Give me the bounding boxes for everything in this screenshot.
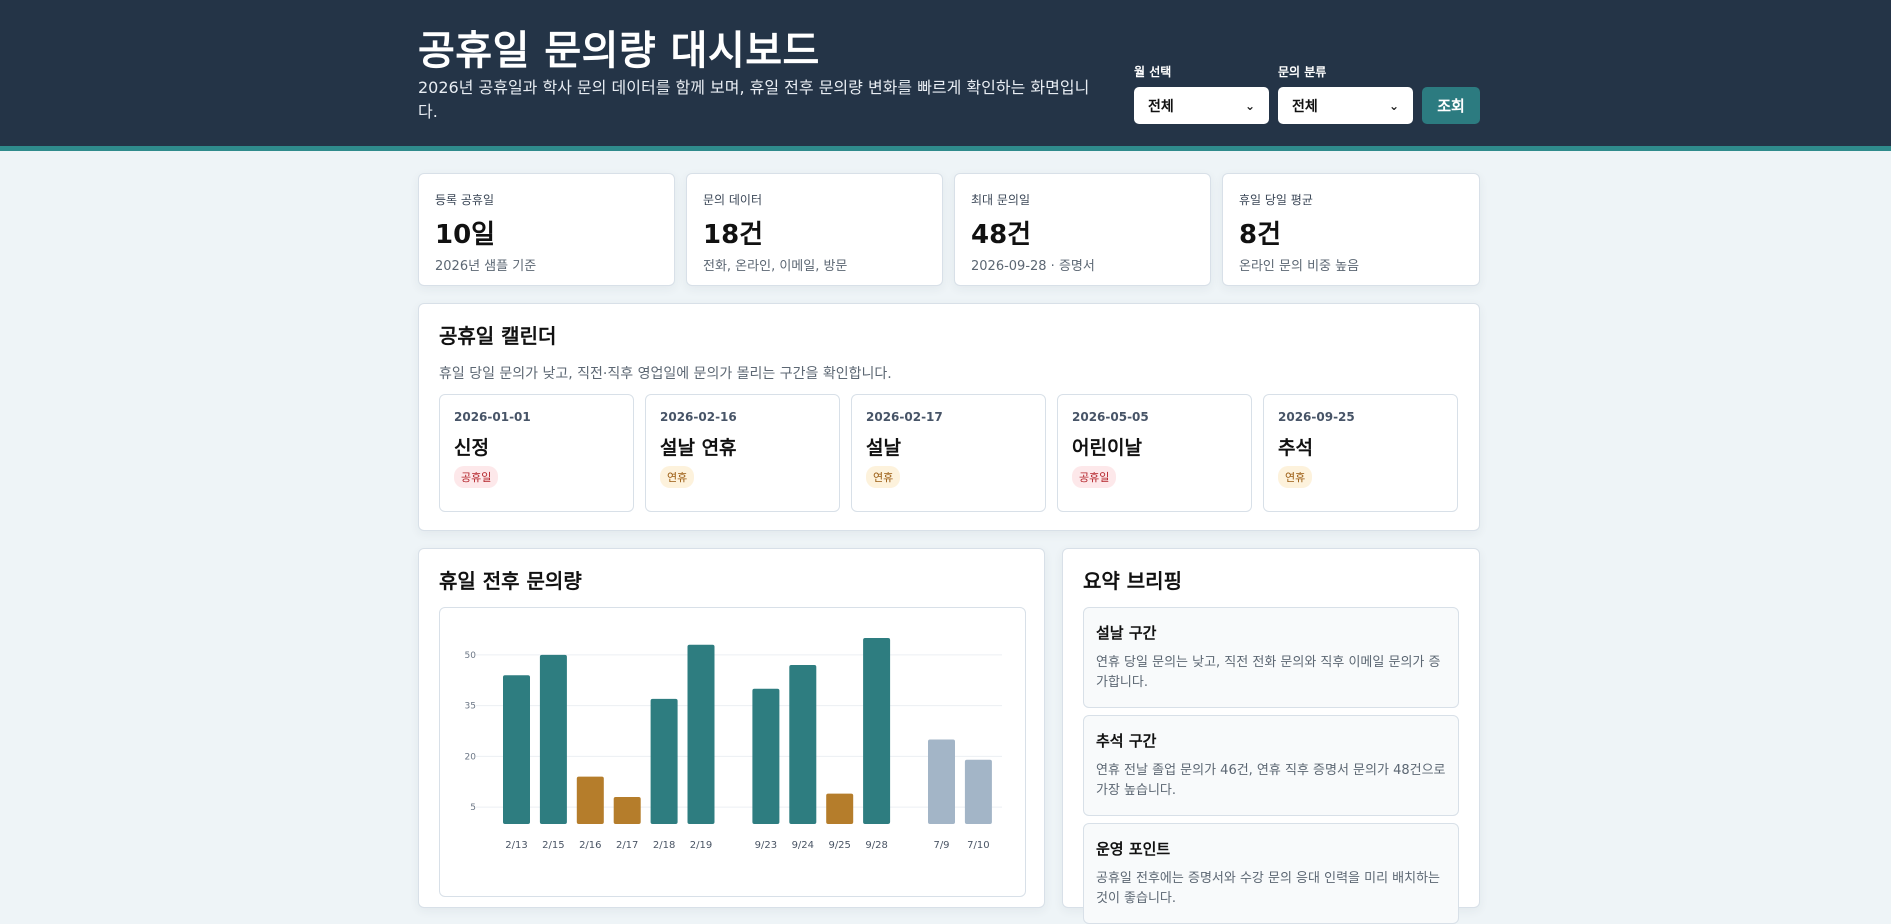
stat-label: 문의 데이터	[703, 193, 763, 207]
category-select[interactable]: 전체 ⌄	[1278, 87, 1413, 124]
category-select-value: 전체	[1292, 98, 1318, 115]
calendar-day-date: 2026-05-05	[1072, 410, 1149, 424]
stat-card-holidays: 등록 공휴일 10일 2026년 샘플 기준	[418, 173, 675, 286]
stat-sub: 온라인 문의 비중 높음	[1239, 259, 1360, 274]
x-tick-label: 9/25	[828, 840, 850, 851]
header-bar: 공휴일 문의량 대시보드 2026년 공휴일과 학사 문의 데이터를 함께 보며…	[0, 0, 1891, 151]
stat-label: 등록 공휴일	[435, 193, 495, 207]
stat-sub: 2026-09-28 · 증명서	[971, 259, 1095, 274]
chart-bar[interactable]	[752, 688, 780, 824]
y-tick-label: 20	[465, 752, 477, 762]
chart-bar[interactable]	[826, 793, 854, 824]
calendar-day-card[interactable]: 2026-02-16 설날 연휴 연휴	[645, 394, 840, 512]
chart-bar[interactable]	[964, 759, 992, 824]
chart-bar[interactable]	[863, 638, 891, 824]
calendar-day-date: 2026-02-17	[866, 410, 943, 424]
calendar-day-name: 설날 연휴	[660, 437, 737, 459]
chart-bar[interactable]	[539, 654, 567, 824]
long-weekend-badge: 연휴	[660, 466, 695, 488]
chart-title: 휴일 전후 문의량	[439, 569, 582, 593]
briefing-title: 요약 브리핑	[1083, 569, 1182, 593]
briefing-item-title: 운영 포인트	[1096, 840, 1171, 858]
calendar-day-card[interactable]: 2026-01-01 신정 공휴일	[439, 394, 634, 512]
stat-card-inquiries: 문의 데이터 18건 전화, 온라인, 이메일, 방문	[686, 173, 943, 286]
chart-bar[interactable]	[650, 698, 678, 824]
chart-bar[interactable]	[789, 665, 817, 824]
month-select-value: 전체	[1148, 98, 1174, 115]
briefing-item: 운영 포인트 공휴일 전후에는 증명서와 수강 문의 응대 인력을 미리 배치하…	[1083, 823, 1459, 924]
x-tick-label: 2/15	[542, 840, 564, 851]
x-tick-label: 9/23	[755, 840, 777, 851]
briefing-item-desc: 공휴일 전후에는 증명서와 수강 문의 응대 인력을 미리 배치하는 것이 좋습…	[1096, 871, 1441, 906]
page-title: 공휴일 문의량 대시보드	[418, 28, 820, 74]
y-tick-label: 35	[465, 702, 476, 712]
y-tick-label: 50	[465, 651, 477, 661]
holiday-badge: 공휴일	[454, 466, 499, 488]
stat-label: 최대 문의일	[971, 193, 1031, 207]
briefing-item: 추석 구간 연휴 전날 졸업 문의가 46건, 연휴 직후 증명서 문의가 48…	[1083, 715, 1459, 816]
calendar-title: 공휴일 캘린더	[439, 324, 557, 348]
stat-value: 8건	[1239, 220, 1282, 250]
chart-bar[interactable]	[613, 796, 641, 824]
chart-container: 5 20 35 50 2/13 2/15 2/16 2/17 2/18 2/19 9/23 9/24 9…	[439, 607, 1026, 897]
chart-bar[interactable]	[928, 739, 955, 824]
stat-value: 18건	[703, 220, 764, 250]
x-tick-label: 2/13	[505, 840, 527, 851]
long-weekend-badge: 연휴	[1278, 466, 1313, 488]
stat-label: 휴일 당일 평균	[1239, 193, 1313, 207]
x-tick-label: 2/18	[653, 840, 675, 851]
stat-sub: 2026년 샘플 기준	[435, 259, 537, 274]
calendar-day-name: 신정	[454, 437, 489, 459]
chevron-down-icon: ⌄	[1244, 98, 1255, 113]
page-subtitle: 2026년 공휴일과 학사 문의 데이터를 함께 보며, 휴일 전후 문의량 변…	[418, 78, 1090, 121]
x-tick-label: 7/10	[967, 840, 989, 851]
calendar-description: 휴일 당일 문의가 낮고, 직전·직후 영업일에 문의가 몰리는 구간을 확인합…	[439, 366, 892, 382]
holiday-badge: 공휴일	[1072, 466, 1117, 488]
inquiry-chart-card: 휴일 전후 문의량 5 20 35 50 2/13 2/15 2/16 2/17 2/18 2/1…	[418, 548, 1045, 908]
calendar-day-card[interactable]: 2026-05-05 어린이날 공휴일	[1057, 394, 1252, 512]
x-tick-label: 2/19	[690, 840, 712, 851]
stat-value: 48건	[971, 220, 1032, 250]
x-tick-label: 9/28	[865, 840, 887, 851]
y-tick-label: 5	[470, 803, 476, 813]
calendar-day-name: 추석	[1278, 437, 1313, 459]
summary-briefing-card: 요약 브리핑 설날 구간 연휴 당일 문의는 낮고, 직전 전화 문의와 직후 …	[1062, 548, 1480, 924]
inquiry-bar-chart: 5 20 35 50 2/13 2/15 2/16 2/17 2/18 2/19 9/23 9/24 9…	[465, 638, 1002, 851]
calendar-day-date: 2026-09-25	[1278, 410, 1355, 424]
chevron-down-icon: ⌄	[1388, 98, 1399, 113]
calendar-day-date: 2026-02-16	[660, 410, 737, 424]
calendar-day-name: 설날	[866, 437, 901, 459]
briefing-item: 설날 구간 연휴 당일 문의는 낮고, 직전 전화 문의와 직후 이메일 문의가…	[1083, 607, 1459, 708]
query-button[interactable]: 조회	[1422, 87, 1480, 124]
stat-value: 10일	[435, 220, 496, 250]
holiday-calendar: 공휴일 캘린더 휴일 당일 문의가 낮고, 직전·직후 영업일에 문의가 몰리는…	[418, 303, 1480, 531]
x-tick-label: 7/9	[933, 840, 949, 851]
stat-card-holiday-average: 휴일 당일 평균 8건 온라인 문의 비중 높음	[1222, 173, 1480, 286]
stat-sub: 전화, 온라인, 이메일, 방문	[703, 259, 848, 274]
briefing-item-desc: 연휴 전날 졸업 문의가 46건, 연휴 직후 증명서 문의가 48건으로 가장…	[1096, 763, 1446, 798]
x-tick-label: 9/24	[792, 840, 814, 851]
briefing-item-title: 추석 구간	[1096, 732, 1157, 750]
calendar-day-card[interactable]: 2026-09-25 추석 연휴	[1263, 394, 1458, 512]
x-tick-label: 2/17	[616, 840, 638, 851]
chart-bar[interactable]	[576, 776, 604, 824]
calendar-day-date: 2026-01-01	[454, 410, 531, 424]
month-filter-label: 월 선택	[1134, 65, 1172, 79]
briefing-item-desc: 연휴 당일 문의는 낮고, 직전 전화 문의와 직후 이메일 문의가 증가합니다…	[1096, 655, 1441, 690]
calendar-day-card[interactable]: 2026-02-17 설날 연휴	[851, 394, 1046, 512]
stat-card-max-day: 최대 문의일 48건 2026-09-28 · 증명서	[954, 173, 1211, 286]
month-select[interactable]: 전체 ⌄	[1134, 87, 1269, 124]
briefing-item-title: 설날 구간	[1096, 624, 1157, 642]
category-filter-label: 문의 분류	[1278, 65, 1327, 79]
x-tick-label: 2/16	[579, 840, 601, 851]
chart-bar[interactable]	[503, 675, 530, 824]
long-weekend-badge: 연휴	[866, 466, 901, 488]
calendar-day-name: 어린이날	[1072, 437, 1142, 459]
chart-bar[interactable]	[687, 644, 715, 824]
